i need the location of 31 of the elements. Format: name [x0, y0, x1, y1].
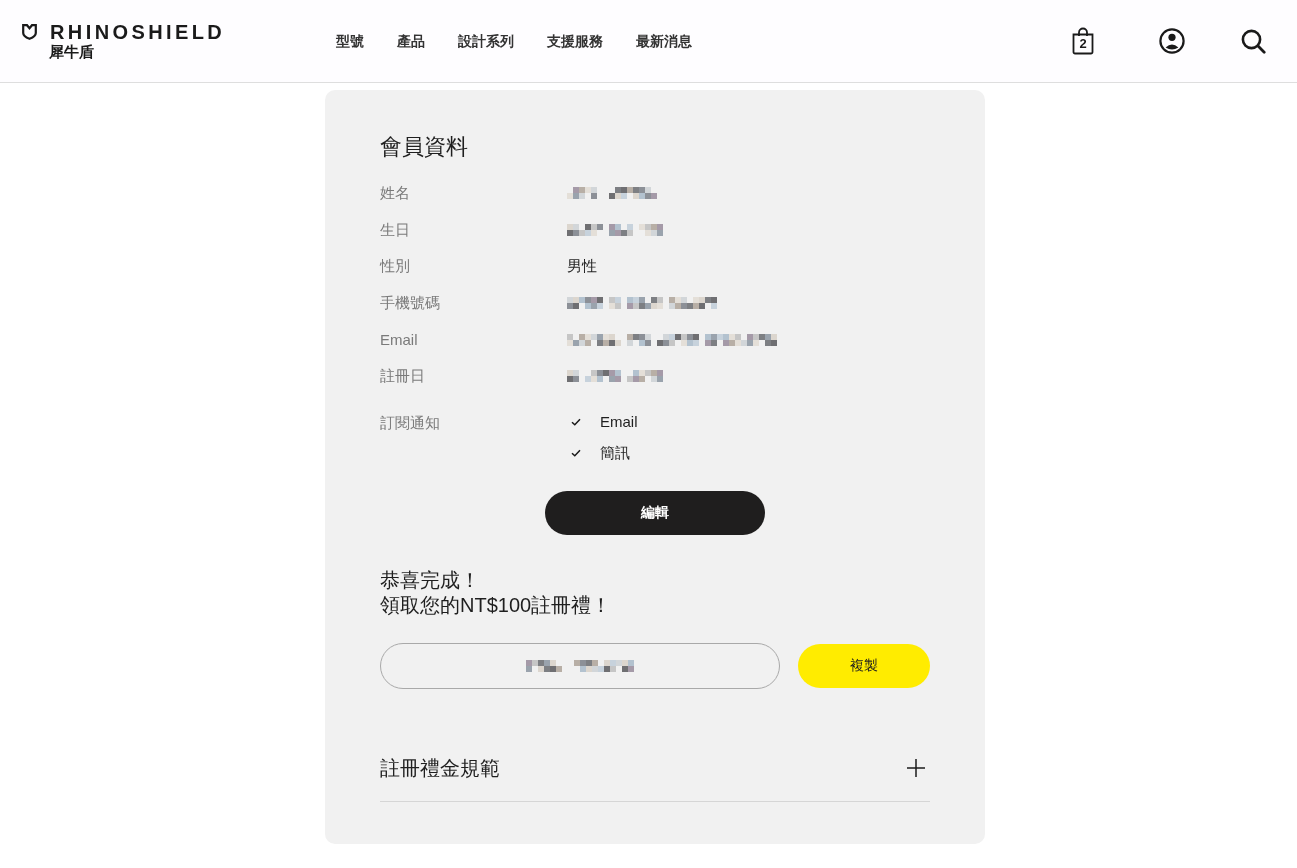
field-label: 手機號碼 [380, 293, 441, 314]
user-account-icon [1159, 28, 1185, 54]
nav-link[interactable]: 設計系列 [458, 31, 514, 51]
field-label: 性別 [380, 256, 411, 277]
cart-button[interactable]: 2 [1071, 27, 1095, 55]
shopping-bag-icon [1071, 27, 1095, 55]
field-label: 訂閱通知 [380, 412, 441, 433]
account-button[interactable] [1159, 28, 1185, 54]
cart-count: 2 [1079, 37, 1087, 51]
brand-chinese-name: 犀牛盾 [49, 43, 95, 61]
field-label: Email [380, 329, 419, 350]
field-label: 生日 [380, 219, 411, 240]
subscription-option: 簡訊 [600, 443, 630, 464]
copy-button[interactable]: 複製 [798, 643, 930, 688]
field-value: 男性 [567, 256, 597, 277]
nav-link[interactable]: 產品 [397, 31, 425, 51]
field-label: 註冊日 [380, 366, 426, 387]
section-title: 會員資料 [380, 133, 469, 161]
brand-logo-link[interactable]: RHINOSHIELD 犀牛盾 [22, 21, 226, 61]
nav-link[interactable]: 支援服務 [547, 31, 603, 51]
accordion-header[interactable]: 註冊禮金規範 [380, 753, 930, 802]
reward-message: 恭喜完成！ 領取您的NT$100註冊禮！ [380, 567, 613, 618]
shield-logo-icon [22, 24, 37, 40]
subscription-option: Email [600, 412, 638, 433]
search-button[interactable] [1241, 28, 1266, 54]
nav-link[interactable]: 型號 [336, 31, 364, 51]
field-label: 姓名 [380, 183, 411, 204]
brand-wordmark: RHINOSHIELD [50, 21, 226, 43]
search-icon [1241, 28, 1266, 54]
edit-button[interactable]: 編輯 [545, 490, 765, 535]
nav-link[interactable]: 最新消息 [636, 31, 692, 51]
